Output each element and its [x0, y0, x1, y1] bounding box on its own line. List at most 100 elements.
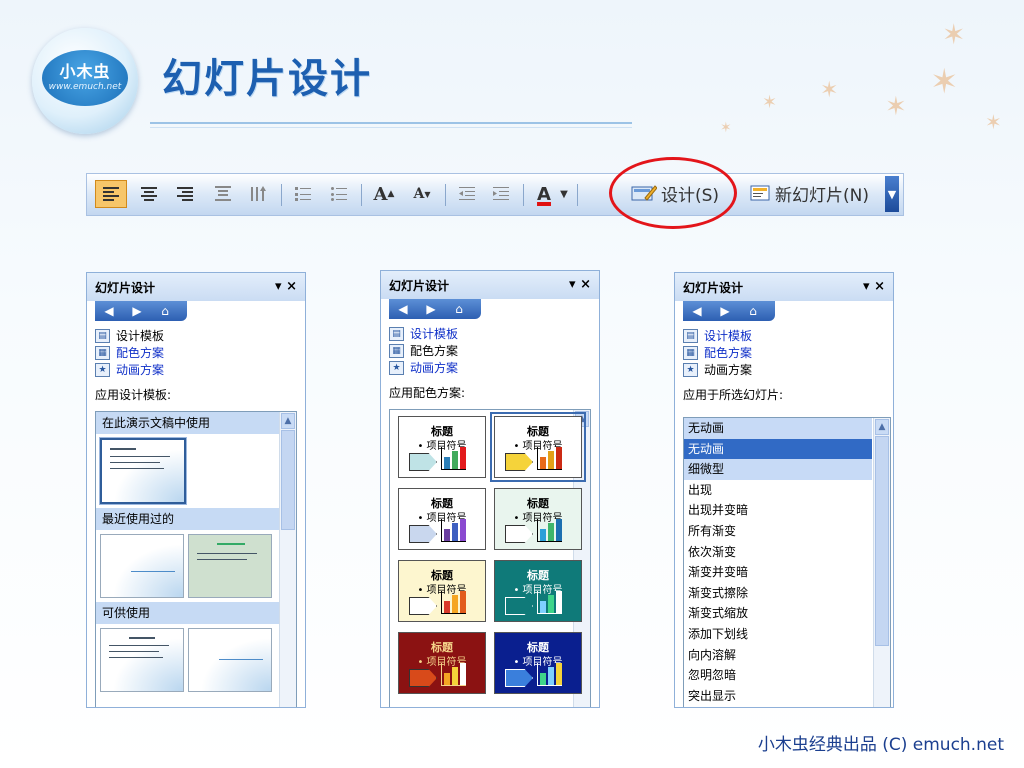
- font-color-button[interactable]: A: [531, 180, 557, 208]
- scheme-bar: [452, 667, 458, 685]
- link-color-schemes[interactable]: ▦ 配色方案: [381, 342, 599, 359]
- increase-indent-button[interactable]: [487, 180, 515, 208]
- color-scheme-list: ▲ 标题• 项目符号标题• 项目符号标题• 项目符号标题• 项目符号标题• 项目…: [389, 409, 591, 707]
- pane-title: 幻灯片设计: [389, 278, 450, 293]
- animation-icon: ★: [389, 360, 404, 375]
- star-decoration: ✶: [820, 78, 839, 103]
- scheme-bar: [460, 447, 466, 469]
- scroll-up-icon[interactable]: ▲: [875, 419, 889, 435]
- scheme-bar: [460, 519, 466, 541]
- footer-credit: 小木虫经典出品 (C) emuch.net: [757, 735, 1004, 755]
- bullets-button[interactable]: [325, 180, 353, 208]
- animation-item[interactable]: 无动画: [684, 438, 872, 460]
- color-scheme-option[interactable]: 标题 • 项目符号: [398, 416, 486, 478]
- pane-nav: ◀ ▶ ⌂: [389, 299, 481, 319]
- scroll-up-icon[interactable]: ▲: [281, 413, 295, 429]
- text-direction-icon: [251, 186, 266, 201]
- pane-menu-button[interactable]: ▾ ×: [569, 277, 591, 292]
- color-scheme-option[interactable]: 标题 • 项目符号: [490, 412, 586, 482]
- increase-indent-icon: [493, 187, 509, 200]
- bullet-list-icon: [331, 187, 347, 201]
- decrease-indent-button[interactable]: [453, 180, 481, 208]
- color-scheme-option[interactable]: 标题 • 项目符号: [398, 488, 486, 550]
- template-thumbnail[interactable]: [99, 437, 187, 505]
- scheme-bar: [548, 451, 554, 469]
- template-icon: ▤: [389, 326, 404, 341]
- align-right-button[interactable]: [171, 180, 199, 208]
- animation-item[interactable]: 渐变并变暗: [684, 562, 872, 583]
- align-center-icon: [141, 187, 157, 201]
- new-slide-button[interactable]: 新幻灯片(N): [739, 179, 879, 207]
- scrollbar[interactable]: ▲: [279, 412, 296, 707]
- scroll-thumb[interactable]: [875, 436, 889, 646]
- task-pane-color-schemes: 幻灯片设计 ▾ × ◀ ▶ ⌂ ▤ 设计模板 ▦ 配色方案 ★ 动画方案 应用配色方案: …: [380, 270, 600, 708]
- template-thumbnail[interactable]: [188, 534, 272, 598]
- decrease-font-icon: A: [413, 186, 425, 202]
- toolbar-options-button[interactable]: ▼: [885, 176, 899, 212]
- scheme-bar: [548, 667, 554, 685]
- scheme-arrow-shape: [409, 525, 437, 543]
- animation-item[interactable]: 突出显示: [684, 686, 872, 707]
- color-scheme-option[interactable]: 标题 • 项目符号: [494, 632, 582, 694]
- link-animation-schemes[interactable]: ★ 动画方案: [381, 359, 599, 376]
- color-scheme-option[interactable]: 标题 • 项目符号: [494, 488, 582, 550]
- back-icon[interactable]: ◀: [100, 304, 118, 318]
- star-decoration: ✶: [720, 120, 732, 136]
- chevron-down-icon: ▼: [887, 187, 897, 201]
- link-animation-schemes[interactable]: ★ 动画方案: [675, 361, 893, 378]
- toolbar-separator: [361, 184, 362, 206]
- back-icon[interactable]: ◀: [688, 304, 706, 318]
- scrollbar[interactable]: ▲: [873, 418, 890, 707]
- link-design-templates[interactable]: ▤ 设计模板: [87, 327, 305, 344]
- link-color-schemes[interactable]: ▦ 配色方案: [675, 344, 893, 361]
- align-left-button[interactable]: [95, 180, 127, 208]
- scheme-arrow-shape: [505, 453, 533, 471]
- animation-item[interactable]: 依次渐变: [684, 542, 872, 563]
- forward-icon[interactable]: ▶: [128, 304, 146, 318]
- animation-item[interactable]: 忽明忽暗: [684, 665, 872, 686]
- template-thumbnail[interactable]: [100, 534, 184, 598]
- animation-current[interactable]: 无动画: [684, 418, 872, 439]
- link-design-templates[interactable]: ▤ 设计模板: [381, 325, 599, 342]
- template-icon: ▤: [683, 328, 698, 343]
- logo-text: 小木虫: [59, 62, 111, 81]
- pane-header: 幻灯片设计 ▾ ×: [675, 273, 893, 301]
- decrease-font-button[interactable]: A ▼: [407, 180, 437, 208]
- pane-menu-button[interactable]: ▾ ×: [275, 279, 297, 294]
- font-color-dropdown[interactable]: ▼: [557, 180, 571, 208]
- pane-menu-button[interactable]: ▾ ×: [863, 279, 885, 294]
- template-thumbnail[interactable]: [100, 628, 184, 692]
- align-center-button[interactable]: [135, 180, 163, 208]
- text-direction-button[interactable]: [245, 180, 273, 208]
- back-icon[interactable]: ◀: [394, 302, 412, 316]
- animation-icon: ★: [683, 362, 698, 377]
- numbering-button[interactable]: [289, 180, 317, 208]
- animation-item[interactable]: 所有渐变: [684, 521, 872, 542]
- animation-item[interactable]: 出现并变暗: [684, 500, 872, 521]
- animation-item[interactable]: 细微型: [684, 459, 872, 480]
- forward-icon[interactable]: ▶: [422, 302, 440, 316]
- color-scheme-option[interactable]: 标题 • 项目符号: [398, 632, 486, 694]
- color-scheme-option[interactable]: 标题 • 项目符号: [398, 560, 486, 622]
- animation-item[interactable]: 渐变式擦除: [684, 583, 872, 604]
- home-icon[interactable]: ⌂: [744, 304, 762, 318]
- animation-item[interactable]: 添加下划线: [684, 624, 872, 645]
- link-color-schemes[interactable]: ▦ 配色方案: [87, 344, 305, 361]
- home-icon[interactable]: ⌂: [156, 304, 174, 318]
- logo: 小木虫 www.emuch.net: [32, 28, 138, 134]
- template-thumbnail[interactable]: [188, 628, 272, 692]
- color-scheme-option[interactable]: 标题 • 项目符号: [494, 560, 582, 622]
- link-animation-schemes[interactable]: ★ 动画方案: [87, 361, 305, 378]
- animation-item[interactable]: 向内溶解: [684, 645, 872, 666]
- scheme-bar: [556, 519, 562, 541]
- forward-icon[interactable]: ▶: [716, 304, 734, 318]
- distributed-button[interactable]: [209, 180, 237, 208]
- scroll-thumb[interactable]: [281, 430, 295, 530]
- increase-font-button[interactable]: A ▲: [369, 180, 399, 208]
- animation-item[interactable]: 渐变式缩放: [684, 603, 872, 624]
- scheme-bar-chart: [537, 663, 562, 686]
- scheme-bar: [444, 673, 450, 685]
- link-design-templates[interactable]: ▤ 设计模板: [675, 327, 893, 344]
- animation-item[interactable]: 出现: [684, 480, 872, 501]
- home-icon[interactable]: ⌂: [450, 302, 468, 316]
